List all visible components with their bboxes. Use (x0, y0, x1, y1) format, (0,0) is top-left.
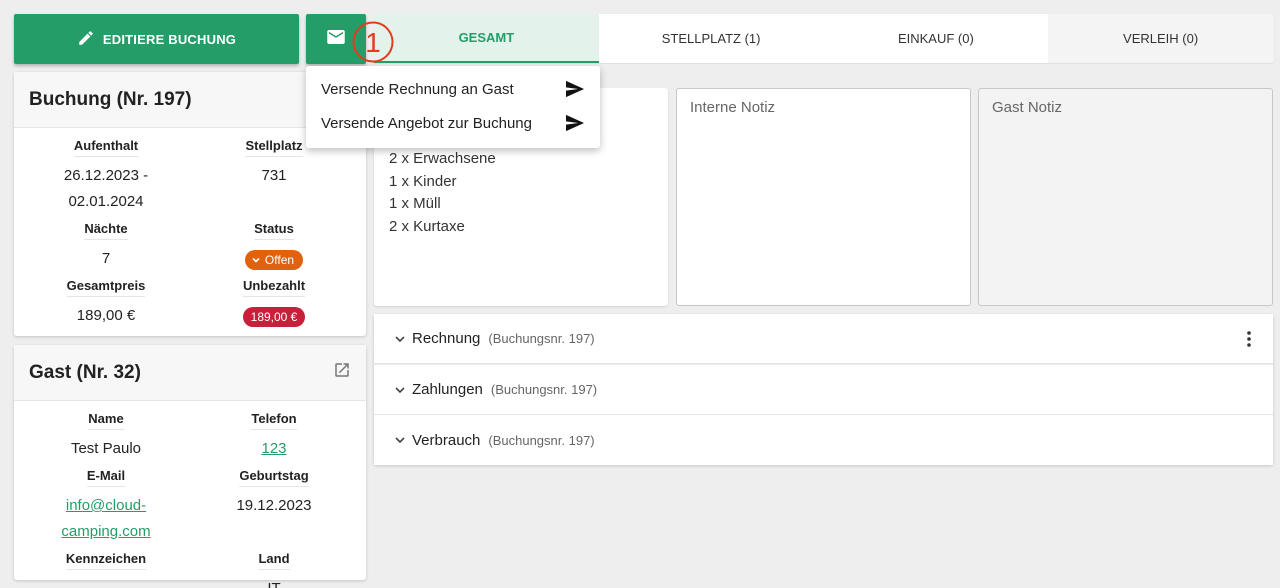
phone-link[interactable]: 123 (261, 436, 286, 462)
country-value: IT (267, 576, 280, 588)
tab-stellplatz[interactable]: STELLPLATZ (1) (599, 14, 824, 63)
tab-bar: GESAMT STELLPLATZ (1) EINKAUF (0) VERLEI… (374, 14, 1273, 64)
item-line: 1 x Kinder (389, 172, 457, 190)
nights-value: 7 (101, 250, 111, 267)
birthday-value: 19.12.2023 (236, 497, 312, 514)
edit-booking-button[interactable]: EDITIERE BUCHUNG (14, 14, 299, 64)
chevron-down-icon (395, 386, 405, 393)
pitch-value: 731 (261, 167, 287, 184)
send-icon (566, 114, 584, 132)
send-invoice-label: Versende Rechnung an Gast (321, 80, 514, 98)
item-line: 2 x Kurtaxe (389, 217, 465, 235)
internal-note-field[interactable]: Interne Notiz (676, 88, 971, 306)
pencil-icon (77, 29, 95, 50)
guest-note-field[interactable]: Gast Notiz (978, 88, 1273, 306)
item-line: 2 x Erwachsene (389, 150, 496, 167)
guest-card-header: Gast (Nr. 32) (14, 345, 366, 401)
guest-title: Gast (Nr. 32) (29, 361, 141, 383)
name-label: Name (88, 411, 124, 430)
birthday-label: Geburtstag (239, 468, 309, 487)
send-invoice-item[interactable]: Versende Rechnung an Gast (306, 72, 600, 106)
edit-booking-label: EDITIERE BUCHUNG (102, 31, 237, 47)
annotation-number: 1 (365, 27, 381, 58)
stay-start: 26.12.2023 - (63, 167, 149, 184)
total-value: 189,00 € (76, 307, 136, 324)
status-label: Status (254, 221, 294, 240)
status-badge[interactable]: Offen (244, 250, 304, 270)
chevron-down-icon (252, 257, 260, 263)
stay-label: Aufenthalt (73, 138, 139, 157)
section-rechnung[interactable]: Rechnung (Buchungsnr. 197) (374, 314, 1273, 364)
mail-icon (327, 29, 345, 49)
more-vert-icon[interactable] (1247, 331, 1251, 352)
section-subtitle: (Buchungsnr. 197) (490, 382, 598, 397)
send-offer-item[interactable]: Versende Angebot zur Buchung (306, 106, 600, 140)
country-label: Land (258, 551, 290, 570)
section-subtitle: (Buchungsnr. 197) (488, 432, 595, 448)
pitch-label: Stellplatz (245, 138, 303, 157)
guest-details: Name Test Paulo Telefon 123 E-Mail info@… (14, 401, 366, 588)
section-verbrauch[interactable]: Verbrauch (Buchungsnr. 197) (374, 415, 1273, 465)
send-offer-label: Versende Angebot zur Buchung (321, 114, 532, 132)
section-title: Verbrauch (412, 431, 481, 449)
phone-label: Telefon (251, 411, 297, 430)
booking-details: Aufenthalt 26.12.2023 - 02.01.2024 Stell… (14, 128, 366, 329)
status-value: Offen (264, 253, 295, 267)
name-value: Test Paulo (70, 440, 142, 457)
email-link[interactable]: info@cloud-camping.com (22, 493, 190, 545)
section-title: Rechnung (412, 330, 481, 347)
guest-card: Gast (Nr. 32) Name Test Paulo Telefon 12… (14, 345, 366, 588)
unpaid-label: Unbezahlt (242, 278, 306, 297)
tab-verleih[interactable]: VERLEIH (0) (1048, 14, 1273, 63)
section-title: Zahlungen (412, 381, 483, 398)
section-zahlungen[interactable]: Zahlungen (Buchungsnr. 197) (374, 365, 1273, 415)
send-icon (566, 80, 584, 98)
annotation-marker: 1 (351, 20, 395, 64)
total-label: Gesamtpreis (66, 278, 146, 297)
plate-value: - (104, 576, 109, 588)
tab-gesamt[interactable]: GESAMT (374, 14, 599, 63)
booking-title: Buchung (Nr. 197) (29, 88, 192, 110)
tab-einkauf[interactable]: EINKAUF (0) (824, 14, 1049, 63)
chevron-down-icon (395, 335, 405, 342)
email-label: E-Mail (86, 468, 126, 487)
section-subtitle: (Buchungsnr. 197) (488, 331, 595, 346)
unpaid-badge: 189,00 € (242, 307, 306, 327)
chevron-down-icon (395, 437, 405, 444)
open-external-icon[interactable] (333, 361, 351, 384)
nights-label: Nächte (84, 221, 128, 240)
item-line: 1 x Müll (389, 195, 441, 213)
stay-end: 02.01.2024 (68, 193, 144, 210)
mail-dropdown-menu: Versende Rechnung an Gast Versende Angeb… (306, 66, 600, 148)
plate-label: Kennzeichen (65, 551, 147, 570)
